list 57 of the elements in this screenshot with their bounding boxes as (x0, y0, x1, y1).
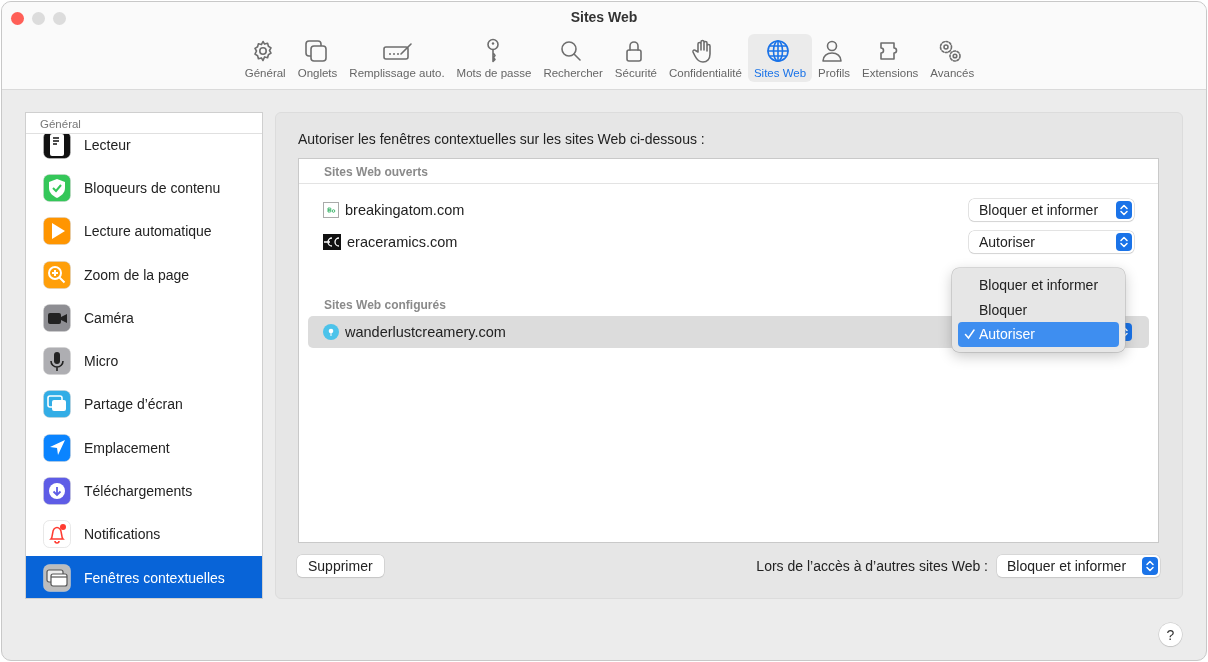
sidebar-item[interactable]: Lecture automatique (26, 209, 262, 253)
other-sites-label: Lors de l’accès à d’autres sites Web : (756, 558, 988, 574)
sidebar-item[interactable]: Lecteur (26, 134, 262, 167)
menu-item[interactable]: Bloquer (958, 297, 1119, 322)
toolbar-tab[interactable]: Onglets (291, 34, 344, 82)
panel-heading: Autoriser les fenêtres contextuelles sur les sites Web ci-dessous : (298, 131, 706, 147)
popup-button[interactable]: Autoriser (969, 231, 1134, 253)
stepper-icon (1116, 233, 1132, 251)
popup-button[interactable]: Bloquer et informer (969, 199, 1134, 221)
zoom-button[interactable] (53, 11, 66, 25)
checkmark-icon (964, 328, 975, 341)
section-header: Sites Web configurés (323, 297, 447, 314)
toolbar-tab[interactable]: Sécurité (608, 34, 663, 82)
minimize-button[interactable] (32, 11, 45, 25)
site-favicon (323, 324, 339, 340)
sidebar-item[interactable]: Bloqueurs de contenu (26, 166, 262, 210)
toolbar-tab[interactable]: Profils (812, 34, 857, 82)
site-row[interactable]: breakingatom.com Bloquer et informer (308, 194, 1149, 226)
sidebar-item[interactable]: Emplacement (26, 426, 262, 470)
site-row[interactable]: eraceramics.com Autoriser (308, 226, 1149, 258)
download-icon (43, 477, 71, 505)
section-header: Sites Web ouverts (299, 159, 1158, 184)
toolbar-tab[interactable]: Avancés (924, 34, 981, 82)
shield-check-icon (43, 173, 71, 202)
windows-icon (43, 390, 71, 419)
bell-icon (43, 520, 71, 549)
toolbar-tab[interactable]: Extensions (856, 34, 925, 82)
sidebar-item[interactable]: Téléchargements (26, 469, 262, 513)
window-title: Sites Web (569, 9, 639, 25)
sidebar-item[interactable]: Notifications (26, 512, 262, 556)
stepper-icon (1142, 557, 1158, 575)
toolbar-tab[interactable]: Rechercher (537, 34, 609, 82)
toolbar-tab[interactable]: Sites Web (747, 34, 813, 82)
remove-button[interactable]: Supprimer (297, 555, 384, 577)
zoom-in-icon (43, 260, 71, 289)
sidebar-item[interactable]: Partage d’écran (26, 382, 262, 427)
video-camera-icon (43, 303, 71, 332)
sidebar-item[interactable]: Micro (26, 339, 262, 383)
site-favicon (323, 202, 339, 218)
site-favicon (323, 234, 341, 250)
sidebar-item[interactable]: Fenêtres contextuelles (26, 555, 262, 598)
popup-button[interactable]: Bloquer et informer (997, 555, 1160, 577)
browser-windows-icon (43, 563, 71, 592)
help-button[interactable]: ? (1159, 623, 1182, 646)
toolbar-tab[interactable]: Remplissage auto. (343, 34, 451, 82)
sidebar-item[interactable]: Caméra (26, 296, 262, 340)
key-icon (487, 38, 501, 64)
menu-item[interactable]: Bloquer et informer (958, 273, 1119, 298)
stepper-icon (1116, 201, 1132, 219)
toolbar-tab[interactable]: Mots de passe (450, 34, 538, 82)
sidebar-item[interactable]: Zoom de la page (26, 252, 262, 297)
close-button[interactable] (11, 11, 24, 25)
toolbar-tab[interactable]: Confidentialité (663, 34, 748, 82)
toolbar-tab[interactable]: Général (238, 34, 292, 82)
microphone-icon (43, 347, 71, 376)
document-icon (43, 134, 71, 159)
play-icon (43, 217, 71, 246)
